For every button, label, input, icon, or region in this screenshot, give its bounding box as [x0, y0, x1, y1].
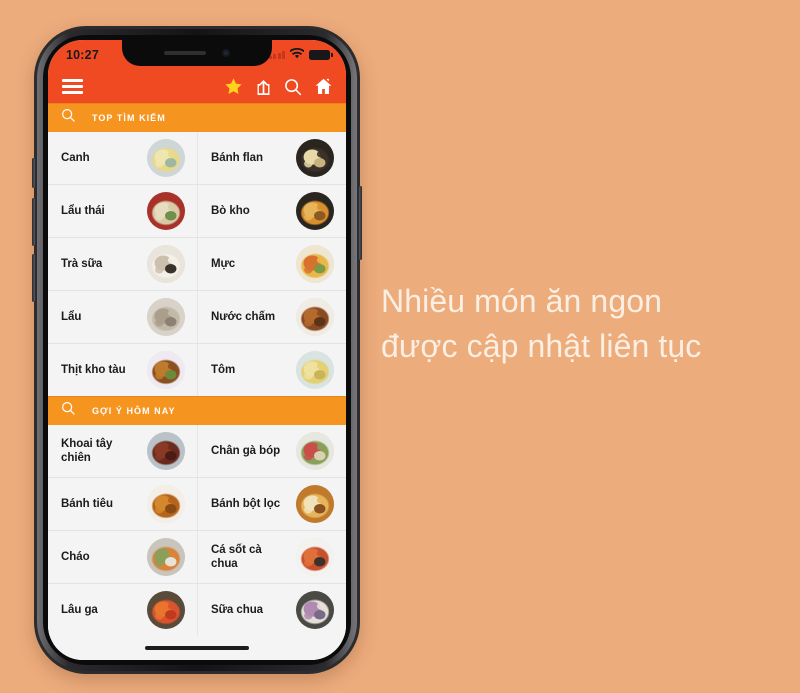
list-row: Lẩu Nước chấm [48, 291, 346, 344]
food-item-label: Bánh tiêu [61, 497, 113, 510]
food-item[interactable]: Lâu ga [48, 584, 197, 636]
list-row: Thịt kho tàu Tôm [48, 344, 346, 396]
food-item-label: Bò kho [211, 204, 250, 217]
app-bar-actions [224, 77, 333, 96]
home-indicator-bar[interactable] [145, 646, 249, 650]
promo-line-2: được cập nhật liên tục [381, 328, 702, 365]
food-item[interactable]: Bánh flan [197, 132, 346, 184]
donut-thumb [147, 485, 185, 523]
battery-icon [309, 50, 333, 60]
shrimp-dish-thumb [296, 351, 334, 389]
silent-switch[interactable] [32, 158, 35, 188]
food-item[interactable]: Sữa chua [197, 584, 346, 636]
hamburger-menu-icon[interactable] [62, 79, 83, 94]
food-item[interactable]: Tôm [197, 344, 346, 396]
food-item[interactable]: Cháo [48, 531, 197, 583]
squid-dish-thumb [296, 245, 334, 283]
list-row: Khoai tây chiên Chân gà bóp [48, 425, 346, 478]
food-item-label: Cháo [61, 550, 90, 563]
food-item[interactable]: Lẩu [48, 291, 197, 343]
flan-tray-thumb [296, 139, 334, 177]
food-item-label: Canh [61, 151, 90, 164]
food-item[interactable]: Bánh bột lọc [197, 478, 346, 530]
fish-tomato-sauce-thumb [296, 538, 334, 576]
status-bar-indicators [268, 46, 333, 64]
french-fries-thumb [147, 432, 185, 470]
food-list-top-tim-kiem: Canh Bánh flan Lẩu thái Bò kho Trà sữa M… [48, 132, 346, 396]
section-title: GỢI Ý HÔM NAY [92, 406, 176, 416]
yogurt-thumb [296, 591, 334, 629]
wifi-icon [289, 46, 305, 64]
list-row: Canh Bánh flan [48, 132, 346, 185]
food-item-label: Trà sữa [61, 257, 103, 270]
star-icon[interactable] [224, 77, 243, 96]
share-upload-icon[interactable] [255, 77, 272, 96]
section-header-goi-y-hom-nay: GỢI Ý HÔM NAY [48, 396, 346, 425]
list-row: Lẩu thái Bò kho [48, 185, 346, 238]
hotpot-thumb [147, 298, 185, 336]
food-item[interactable]: Trà sữa [48, 238, 197, 290]
food-item[interactable]: Canh [48, 132, 197, 184]
section-header-top-tim-kiem: TOP TÌM KIẾM [48, 103, 346, 132]
promo-text: Nhiều món ăn ngon được cập nhật liên tục [381, 279, 781, 370]
list-row: Lâu ga Sữa chua [48, 584, 346, 636]
food-item[interactable]: Bò kho [197, 185, 346, 237]
front-camera-icon [222, 49, 230, 57]
thai-hotpot-thumb [147, 192, 185, 230]
food-item[interactable]: Cá sốt cà chua [197, 531, 346, 583]
food-item-label: Cá sốt cà chua [211, 543, 262, 570]
volume-down-button[interactable] [32, 254, 35, 302]
status-bar-clock: 10:27 [66, 48, 99, 62]
soup-bowl-thumb [147, 139, 185, 177]
section-title: TOP TÌM KIẾM [92, 113, 166, 123]
app-content: TOP TÌM KIẾM Canh Bánh flan Lẩu thái Bò k… [48, 103, 346, 636]
search-icon [61, 108, 76, 128]
food-item-label: Mực [211, 257, 236, 270]
promo-line-1: Nhiều món ăn ngon [381, 283, 663, 319]
food-item-label: Sữa chua [211, 603, 264, 616]
dipping-sauce-thumb [296, 298, 334, 336]
food-item[interactable]: Bánh tiêu [48, 478, 197, 530]
braised-pork-thumb [147, 351, 185, 389]
food-item[interactable]: Thịt kho tàu [48, 344, 197, 396]
food-item-label: Bánh flan [211, 151, 263, 164]
home-icon[interactable] [314, 77, 333, 96]
food-item[interactable]: Mực [197, 238, 346, 290]
phone-screen: 10:27 TOP TÌM KIẾM Canh Bánh flan Lẩu th… [48, 40, 346, 660]
food-item-label: Bánh bột lọc [211, 497, 281, 510]
food-item-label: Tôm [211, 363, 236, 376]
food-item-label: Nước chấm [211, 310, 275, 323]
food-item-label: Lẩu [61, 310, 82, 323]
porridge-thumb [147, 538, 185, 576]
display-notch [122, 40, 272, 66]
phone-device-frame: 10:27 TOP TÌM KIẾM Canh Bánh flan Lẩu th… [32, 26, 362, 674]
app-bar [48, 70, 346, 103]
search-icon[interactable] [284, 78, 302, 96]
earpiece-speaker-icon [164, 51, 206, 55]
tapioca-dumpling-thumb [296, 485, 334, 523]
list-row: Cháo Cá sốt cà chua [48, 531, 346, 584]
food-item[interactable]: Nước chấm [197, 291, 346, 343]
chicken-hotpot-thumb [147, 591, 185, 629]
volume-up-button[interactable] [32, 198, 35, 246]
chicken-feet-salad-thumb [296, 432, 334, 470]
food-item[interactable]: Chân gà bóp [197, 425, 346, 477]
food-item-label: Khoai tây chiên [61, 437, 113, 464]
milk-tea-thumb [147, 245, 185, 283]
search-icon [61, 401, 76, 421]
food-item-label: Chân gà bóp [211, 444, 281, 457]
food-item[interactable]: Lẩu thái [48, 185, 197, 237]
list-row: Bánh tiêu Bánh bột lọc [48, 478, 346, 531]
food-item-label: Lâu ga [61, 603, 98, 616]
food-item[interactable]: Khoai tây chiên [48, 425, 197, 477]
power-button[interactable] [359, 186, 362, 260]
food-item-label: Thịt kho tàu [61, 363, 126, 376]
home-indicator-zone [48, 636, 346, 660]
beef-stew-thumb [296, 192, 334, 230]
food-item-label: Lẩu thái [61, 204, 105, 217]
list-row: Trà sữa Mực [48, 238, 346, 291]
food-list-goi-y-hom-nay: Khoai tây chiên Chân gà bóp Bánh tiêu Bá… [48, 425, 346, 636]
